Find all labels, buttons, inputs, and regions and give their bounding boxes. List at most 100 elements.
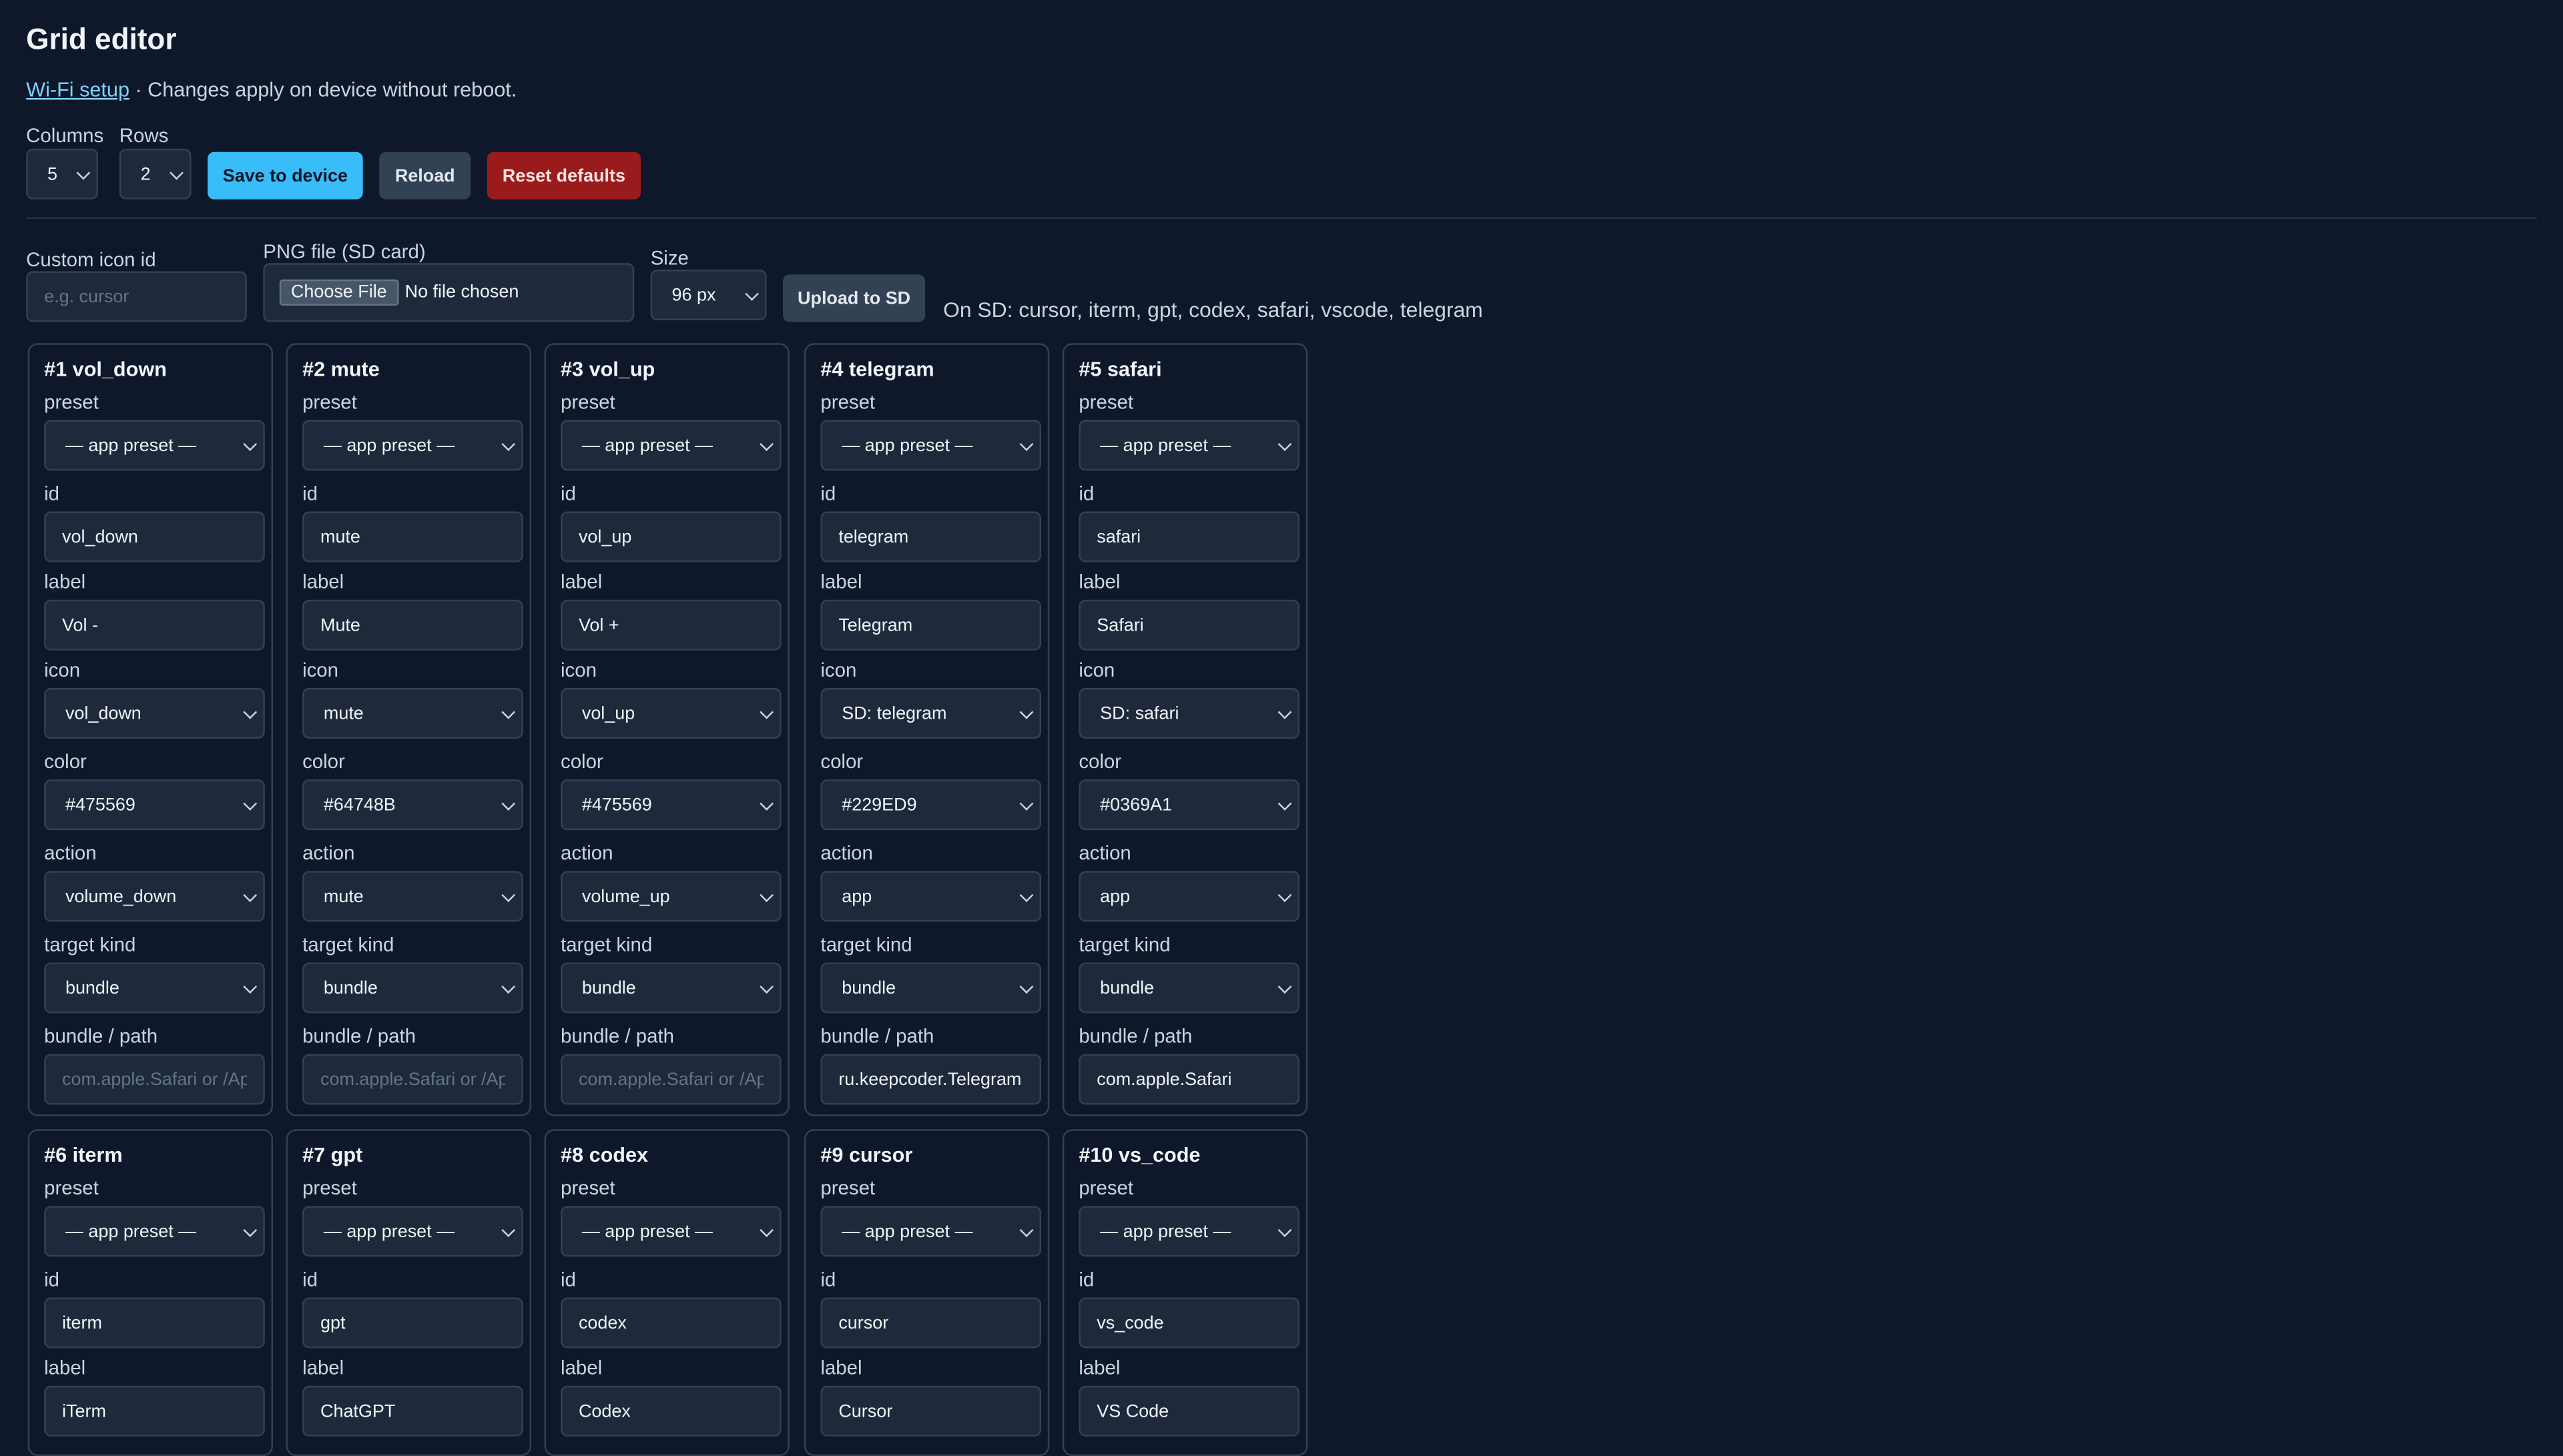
preset-select[interactable]: — app preset — [820, 420, 1042, 471]
target-kind-select[interactable]: bundle [561, 962, 782, 1014]
target-kind-label: target kind [44, 933, 136, 956]
id-input[interactable] [44, 1297, 265, 1349]
id-input[interactable] [1079, 1297, 1300, 1349]
id-input[interactable] [561, 1297, 782, 1349]
save-to-device-button[interactable]: Save to device [208, 151, 363, 200]
label-input[interactable] [44, 599, 265, 651]
id-label: id [1079, 482, 1095, 505]
size-value: 96 px [671, 285, 716, 305]
action-select[interactable]: volume_up [561, 871, 782, 922]
choose-file-button[interactable]: Choose File [279, 279, 398, 306]
png-file-input[interactable]: Choose File No file chosen [263, 263, 635, 322]
id-input[interactable] [1079, 511, 1300, 563]
label-input[interactable] [820, 1385, 1042, 1437]
bundle-path-input[interactable] [561, 1054, 782, 1105]
id-input[interactable] [820, 511, 1042, 563]
color-select[interactable]: #475569 [44, 779, 265, 831]
chevron-down-icon [760, 704, 774, 719]
label-input[interactable] [561, 1385, 782, 1437]
custom-icon-id-input[interactable] [26, 271, 247, 322]
label-input[interactable] [44, 1385, 265, 1437]
preset-select[interactable]: — app preset — [561, 420, 782, 471]
color-select[interactable]: #475569 [561, 779, 782, 831]
color-select[interactable]: #64748B [302, 779, 523, 831]
card-title: #5 safari [1079, 358, 1162, 381]
preset-select[interactable]: — app preset — [820, 1206, 1042, 1257]
rows-select[interactable]: 2 [119, 148, 192, 200]
chevron-down-icon [1019, 704, 1034, 719]
columns-select[interactable]: 5 [26, 148, 98, 200]
action-select[interactable]: mute [302, 871, 523, 922]
chevron-down-icon [1277, 1222, 1292, 1236]
id-input[interactable] [302, 1297, 523, 1349]
preset-label: preset [561, 1176, 615, 1200]
action-select[interactable]: app [1079, 871, 1300, 922]
color-select-value: #64748B [323, 795, 396, 815]
id-input[interactable] [302, 511, 523, 563]
preset-select-value: — app preset — [581, 435, 713, 456]
page-subtitle: Wi-Fi setup · Changes apply on device wi… [26, 79, 517, 101]
label-input[interactable] [561, 599, 782, 651]
reset-defaults-button[interactable]: Reset defaults [487, 151, 641, 200]
color-select[interactable]: #229ED9 [820, 779, 1042, 831]
icon-select-value: mute [323, 703, 364, 723]
custom-icon-id-label: Custom icon id [26, 248, 156, 272]
preset-select-value: — app preset — [65, 435, 197, 456]
preset-select-value: — app preset — [1100, 435, 1231, 456]
bundle-path-input[interactable] [44, 1054, 265, 1105]
label-label: label [44, 1356, 86, 1379]
label-input[interactable] [820, 599, 1042, 651]
icon-select-value: SD: telegram [842, 703, 947, 723]
chevron-down-icon [243, 795, 258, 810]
preset-select[interactable]: — app preset — [44, 420, 265, 471]
icon-label: icon [1079, 658, 1115, 682]
id-input[interactable] [561, 511, 782, 563]
icon-select[interactable]: vol_down [44, 688, 265, 739]
id-input[interactable] [820, 1297, 1042, 1349]
button-card-8: #8 codex preset — app preset — id label [544, 1129, 790, 1456]
chevron-down-icon [745, 286, 759, 300]
grid-editor-page: Grid editor Wi-Fi setup · Changes apply … [0, 0, 2563, 1456]
size-select[interactable]: 96 px [650, 270, 767, 321]
target-kind-select[interactable]: bundle [44, 962, 265, 1014]
label-label: label [561, 570, 603, 593]
label-input[interactable] [1079, 1385, 1300, 1437]
label-input[interactable] [302, 1385, 523, 1437]
preset-select[interactable]: — app preset — [1079, 420, 1300, 471]
icon-select[interactable]: SD: telegram [820, 688, 1042, 739]
color-select-value: #475569 [65, 795, 135, 815]
chevron-down-icon [1019, 436, 1034, 450]
label-input[interactable] [1079, 599, 1300, 651]
card-title: #10 vs_code [1079, 1144, 1201, 1167]
target-kind-select[interactable]: bundle [820, 962, 1042, 1014]
button-card-6: #6 iterm preset — app preset — id label [27, 1129, 273, 1456]
label-label: label [1079, 570, 1121, 593]
action-select[interactable]: app [820, 871, 1042, 922]
action-select[interactable]: volume_down [44, 871, 265, 922]
target-kind-select[interactable]: bundle [1079, 962, 1300, 1014]
icon-label: icon [820, 658, 857, 682]
id-label: id [561, 1268, 576, 1291]
preset-select[interactable]: — app preset — [302, 1206, 523, 1257]
bundle-path-input[interactable] [302, 1054, 523, 1105]
chevron-down-icon [501, 887, 516, 901]
label-input[interactable] [302, 599, 523, 651]
preset-select[interactable]: — app preset — [44, 1206, 265, 1257]
id-input[interactable] [44, 511, 265, 563]
icon-select[interactable]: vol_up [561, 688, 782, 739]
target-kind-select[interactable]: bundle [302, 962, 523, 1014]
reload-button[interactable]: Reload [379, 151, 471, 200]
bundle-path-input[interactable] [820, 1054, 1042, 1105]
target-kind-select-value: bundle [581, 978, 636, 998]
upload-to-sd-button[interactable]: Upload to SD [783, 274, 926, 322]
color-select[interactable]: #0369A1 [1079, 779, 1300, 831]
preset-select[interactable]: — app preset — [302, 420, 523, 471]
bundle-path-input[interactable] [1079, 1054, 1300, 1105]
icon-select[interactable]: mute [302, 688, 523, 739]
icon-select[interactable]: SD: safari [1079, 688, 1300, 739]
wifi-setup-link[interactable]: Wi-Fi setup [26, 79, 129, 101]
card-title: #2 mute [302, 358, 380, 381]
button-card-4: #4 telegram preset — app preset — id label ic… [804, 343, 1050, 1116]
preset-select[interactable]: — app preset — [1079, 1206, 1300, 1257]
preset-select[interactable]: — app preset — [561, 1206, 782, 1257]
